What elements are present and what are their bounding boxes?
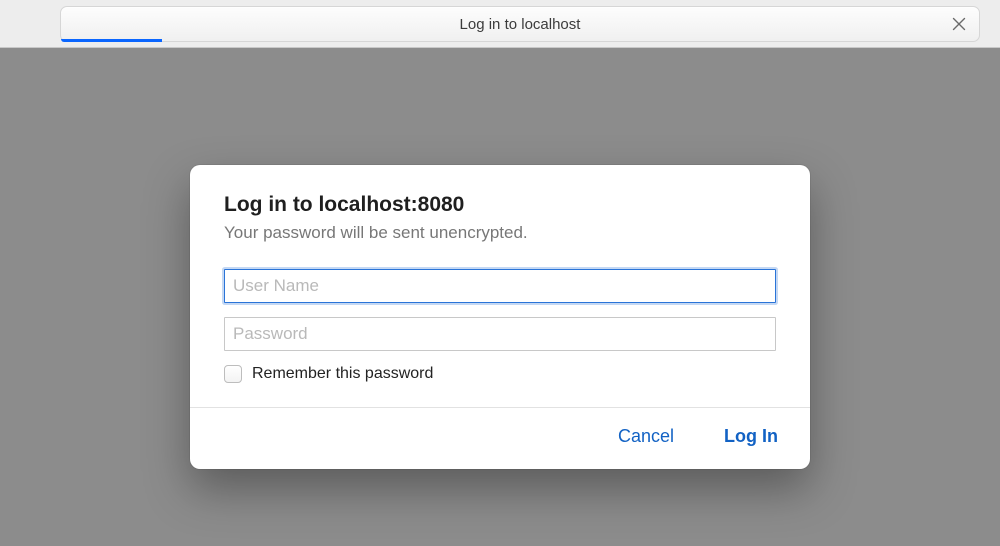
page-load-progress	[61, 39, 162, 42]
close-icon	[952, 17, 966, 31]
login-button[interactable]: Log In	[718, 422, 784, 451]
username-row	[224, 269, 776, 303]
close-tab-button[interactable]	[949, 14, 969, 34]
remember-password-checkbox[interactable]	[224, 365, 242, 383]
remember-password-row: Remember this password	[224, 365, 776, 383]
auth-dialog-body: Log in to localhost:8080 Your password w…	[190, 165, 810, 407]
tab-title: Log in to localhost	[460, 16, 581, 33]
password-row	[224, 317, 776, 351]
tab-bar: Log in to localhost	[60, 6, 980, 42]
remember-password-label: Remember this password	[252, 365, 433, 383]
password-input[interactable]	[224, 317, 776, 351]
dialog-title: Log in to localhost:8080	[224, 193, 776, 217]
username-input[interactable]	[224, 269, 776, 303]
dialog-subtitle: Your password will be sent unencrypted.	[224, 223, 776, 243]
auth-dialog: Log in to localhost:8080 Your password w…	[190, 165, 810, 469]
cancel-button[interactable]: Cancel	[612, 422, 680, 451]
dialog-footer: Cancel Log In	[190, 407, 810, 469]
